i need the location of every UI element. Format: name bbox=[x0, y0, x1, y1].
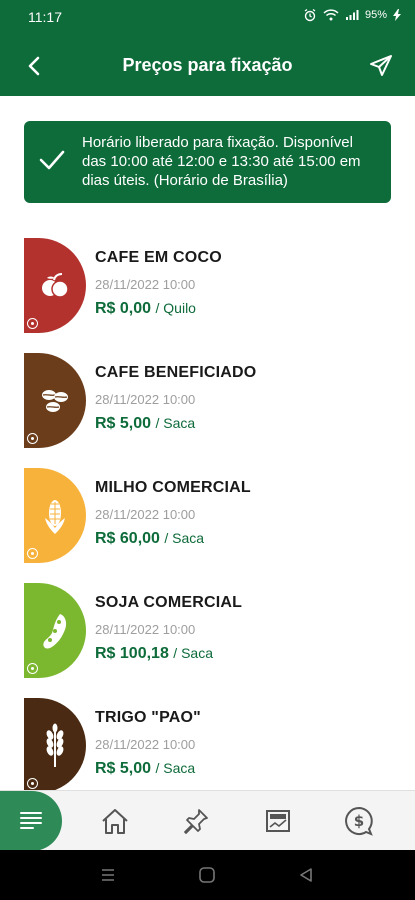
send-button[interactable] bbox=[365, 50, 397, 82]
charging-icon bbox=[393, 9, 401, 21]
home-circle-icon bbox=[199, 867, 215, 883]
nav-chart-button[interactable] bbox=[260, 803, 296, 839]
soybean-icon bbox=[43, 613, 67, 649]
info-mark-icon bbox=[27, 778, 38, 789]
item-price-row: R$ 60,00 / Saca bbox=[95, 530, 204, 548]
check-icon bbox=[39, 150, 65, 170]
info-mark-icon bbox=[27, 318, 38, 329]
item-price: R$ 100,18 bbox=[95, 645, 169, 662]
notice-text: Horário liberado para fixação. Disponíve… bbox=[82, 134, 361, 189]
item-badge bbox=[24, 583, 86, 678]
pin-icon bbox=[184, 809, 208, 834]
dollar-chat-icon: $ bbox=[345, 806, 373, 836]
system-nav-bar bbox=[0, 850, 415, 900]
corn-icon bbox=[45, 499, 65, 534]
system-back-button[interactable] bbox=[296, 865, 316, 885]
menu-lines-icon bbox=[20, 812, 42, 829]
info-mark-icon bbox=[27, 663, 38, 674]
item-date: 28/11/2022 10:00 bbox=[95, 507, 196, 522]
item-price: R$ 5,00 bbox=[95, 760, 152, 777]
item-unit: / Saca bbox=[173, 645, 213, 661]
list-item[interactable]: CAFE BENEFICIADO 28/11/2022 10:00 R$ 5,0… bbox=[0, 345, 415, 448]
item-price: R$ 0,00 bbox=[95, 300, 152, 317]
coffee-cherry-icon bbox=[42, 272, 69, 298]
item-price: R$ 5,00 bbox=[95, 415, 152, 432]
item-name: MILHO COMERCIAL bbox=[95, 479, 251, 496]
svg-text:$: $ bbox=[354, 812, 364, 830]
nav-pin-button[interactable] bbox=[178, 803, 214, 839]
list-item[interactable]: MILHO COMERCIAL 28/11/2022 10:00 R$ 60,0… bbox=[0, 460, 415, 563]
app-bar: Preços para fixação bbox=[0, 34, 415, 96]
item-badge bbox=[24, 698, 86, 790]
battery-percent: 95% bbox=[364, 9, 387, 21]
item-name: CAFE BENEFICIADO bbox=[95, 364, 257, 381]
recents-icon bbox=[102, 869, 114, 881]
system-home-button[interactable] bbox=[197, 865, 217, 885]
page-title: Preços para fixação bbox=[122, 55, 293, 75]
item-date: 28/11/2022 10:00 bbox=[95, 737, 196, 752]
item-badge bbox=[24, 238, 86, 333]
info-mark-icon bbox=[27, 548, 38, 559]
status-time: 11:17 bbox=[28, 9, 62, 25]
item-price-row: R$ 5,00 / Saca bbox=[95, 415, 195, 433]
item-price: R$ 60,00 bbox=[95, 530, 160, 547]
signal-icon bbox=[345, 10, 359, 20]
system-recents-button[interactable] bbox=[98, 865, 118, 885]
nav-menu-button[interactable] bbox=[0, 791, 62, 851]
item-price-row: R$ 100,18 / Saca bbox=[95, 645, 213, 663]
item-name: CAFE EM COCO bbox=[95, 249, 222, 266]
coffee-beans-icon bbox=[42, 389, 68, 412]
item-badge bbox=[24, 468, 86, 563]
item-unit: / Quilo bbox=[155, 300, 196, 316]
wheat-icon bbox=[46, 723, 64, 767]
alarm-icon bbox=[304, 8, 316, 22]
status-bar: 11:17 95% bbox=[0, 0, 415, 34]
item-unit: / Saca bbox=[155, 415, 196, 431]
item-date: 28/11/2022 10:00 bbox=[95, 277, 196, 292]
item-date: 28/11/2022 10:00 bbox=[95, 392, 196, 407]
wifi-icon bbox=[323, 9, 339, 21]
list-item[interactable]: CAFE EM COCO 28/11/2022 10:00 R$ 0,00 / … bbox=[0, 230, 415, 333]
item-name: SOJA COMERCIAL bbox=[95, 594, 243, 611]
item-price-row: R$ 0,00 / Quilo bbox=[95, 300, 196, 318]
item-badge bbox=[24, 353, 86, 448]
nav-home-button[interactable] bbox=[97, 803, 133, 839]
item-date: 28/11/2022 10:00 bbox=[95, 622, 196, 637]
status-icons: 95% bbox=[303, 8, 401, 22]
item-unit: / Saca bbox=[164, 530, 205, 546]
send-icon bbox=[370, 55, 392, 76]
availability-notice: Horário liberado para fixação. Disponíve… bbox=[24, 121, 391, 203]
list-item[interactable]: SOJA COMERCIAL 28/11/2022 10:00 R$ 100,1… bbox=[0, 575, 415, 678]
home-icon bbox=[102, 809, 128, 834]
bottom-nav: $ bbox=[0, 790, 415, 851]
back-triangle-icon bbox=[300, 868, 312, 882]
info-mark-icon bbox=[27, 433, 38, 444]
item-price-row: R$ 5,00 / Saca bbox=[95, 760, 195, 778]
chart-frame-icon bbox=[266, 810, 290, 832]
price-list: CAFE EM COCO 28/11/2022 10:00 R$ 0,00 / … bbox=[0, 230, 415, 790]
item-name: TRIGO "PAO" bbox=[95, 709, 201, 726]
nav-prices-button[interactable]: $ bbox=[341, 803, 377, 839]
list-item[interactable]: TRIGO "PAO" 28/11/2022 10:00 R$ 5,00 / S… bbox=[0, 690, 415, 790]
item-unit: / Saca bbox=[155, 760, 196, 776]
